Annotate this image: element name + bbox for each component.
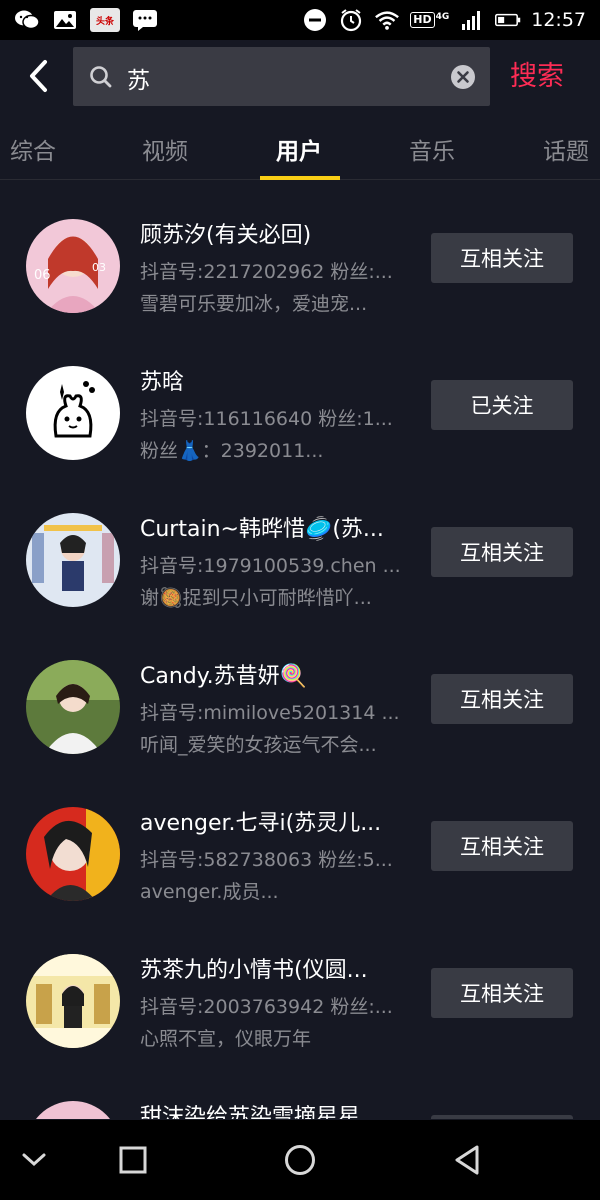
alarm-icon [338, 9, 364, 32]
result-tabs: 综合 视频 用户 音乐 话题 [0, 116, 600, 180]
svg-text:06: 06 [34, 268, 51, 283]
user-bio: 粉丝👗：2392011... [140, 440, 324, 462]
avatar[interactable] [26, 660, 120, 754]
chevron-down-icon [22, 1153, 46, 1167]
user-row[interactable]: 06 03 顾苏汐(有关必回) 抖音号:2217202962 粉丝:... 雪碧可… [0, 181, 600, 328]
clock: 12:57 [531, 9, 586, 31]
mutual-follow-button[interactable]: 互相关注 [431, 968, 573, 1018]
status-bar: 头条 HD 4G 12:57 [0, 0, 600, 40]
search-icon [90, 66, 112, 88]
wechat-icon [14, 9, 40, 31]
user-row[interactable]: 苏晗 抖音号:116116640 粉丝:1... 粉丝👗：2392011... … [0, 328, 600, 475]
hd-badge: HD [410, 12, 435, 28]
tab-users[interactable]: 用户 [276, 132, 322, 166]
dnd-icon [302, 9, 328, 31]
tab-music[interactable]: 音乐 [409, 132, 455, 166]
mutual-follow-button[interactable]: 互相关注 [431, 233, 573, 283]
tab-videos[interactable]: 视频 [142, 132, 188, 166]
mutual-follow-button[interactable]: 互相关注 [431, 821, 573, 871]
search-query: 苏 [127, 68, 150, 94]
chevron-left-icon [30, 60, 47, 92]
user-name: Candy.苏昔妍🍭 [140, 664, 308, 689]
user-id-followers: 抖音号:2217202962 粉丝:... [140, 261, 393, 283]
message-icon [132, 9, 158, 31]
active-tab-indicator [260, 176, 340, 180]
system-nav-bar [0, 1120, 600, 1200]
user-bio: avenger.成员... [140, 881, 279, 903]
battery-icon [495, 9, 521, 31]
user-name: Curtain~韩晔惜🥏(苏... [140, 517, 384, 542]
user-row[interactable]: 甜沫染给苏染雪摘星星... [0, 1063, 600, 1119]
user-id-followers: 抖音号:582738063 粉丝:5... [140, 849, 393, 871]
follow-button[interactable] [431, 1115, 573, 1119]
circle-icon [285, 1145, 315, 1175]
avatar[interactable] [26, 1101, 120, 1119]
triangle-back-icon [455, 1145, 479, 1175]
back-button[interactable] [22, 56, 54, 96]
user-bio: 雪碧可乐要加冰，爱迪宠... [140, 293, 368, 315]
user-bio: 心照不宣，仪眼万年 [140, 1028, 312, 1050]
search-header: 苏 搜索 [0, 40, 600, 116]
user-name: 甜沫染给苏染雪摘星星... [140, 1105, 381, 1119]
avatar[interactable] [26, 513, 120, 607]
user-id-followers: 抖音号:mimilove5201314 ... [140, 702, 400, 724]
avatar[interactable] [26, 807, 120, 901]
user-row[interactable]: 苏茶九的小情书(仪圆... 抖音号:2003763942 粉丝:... 心照不宣… [0, 916, 600, 1063]
mutual-follow-button[interactable]: 互相关注 [431, 527, 573, 577]
gallery-icon [52, 9, 78, 31]
avatar[interactable]: 06 03 [26, 219, 120, 313]
following-button[interactable]: 已关注 [431, 380, 573, 430]
avatar[interactable] [26, 366, 120, 460]
user-name: 苏茶九的小情书(仪圆... [140, 958, 368, 983]
toutiao-icon: 头条 [90, 8, 120, 32]
hide-nav-button[interactable] [14, 1142, 54, 1178]
clear-icon[interactable] [450, 64, 476, 90]
square-icon [119, 1146, 147, 1174]
user-row[interactable]: avenger.七寻i(苏灵儿... 抖音号:582738063 粉丝:5...… [0, 769, 600, 916]
network-label: 4G [435, 12, 450, 22]
back-nav-button[interactable] [447, 1142, 487, 1178]
user-result-list: 06 03 顾苏汐(有关必回) 抖音号:2217202962 粉丝:... 雪碧可… [0, 181, 600, 1119]
tab-general[interactable]: 综合 [10, 132, 56, 166]
home-button[interactable] [280, 1142, 320, 1178]
svg-text:03: 03 [92, 261, 106, 274]
tab-topics[interactable]: 话题 [543, 132, 589, 166]
user-id-followers: 抖音号:116116640 粉丝:1... [140, 408, 393, 430]
signal-icon [459, 9, 485, 31]
user-row[interactable]: Curtain~韩晔惜🥏(苏... 抖音号:1979100539.chen ..… [0, 475, 600, 622]
user-name: avenger.七寻i(苏灵儿... [140, 811, 382, 836]
recents-button[interactable] [113, 1142, 153, 1178]
search-button[interactable]: 搜索 [510, 54, 564, 93]
user-name: 苏晗 [140, 370, 185, 395]
user-row[interactable]: Candy.苏昔妍🍭 抖音号:mimilove5201314 ... 听闻_爱笑… [0, 622, 600, 769]
user-name: 顾苏汐(有关必回) [140, 223, 312, 248]
user-id-followers: 抖音号:2003763942 粉丝:... [140, 996, 393, 1018]
search-input[interactable]: 苏 [73, 47, 490, 106]
mutual-follow-button[interactable]: 互相关注 [431, 674, 573, 724]
avatar[interactable] [26, 954, 120, 1048]
user-bio: 谢🥘捉到只小可耐晔惜吖... [140, 587, 372, 609]
wifi-icon [374, 9, 400, 31]
user-bio: 听闻_爱笑的女孩运气不会... [140, 734, 377, 756]
user-id-followers: 抖音号:1979100539.chen ... [140, 555, 401, 577]
